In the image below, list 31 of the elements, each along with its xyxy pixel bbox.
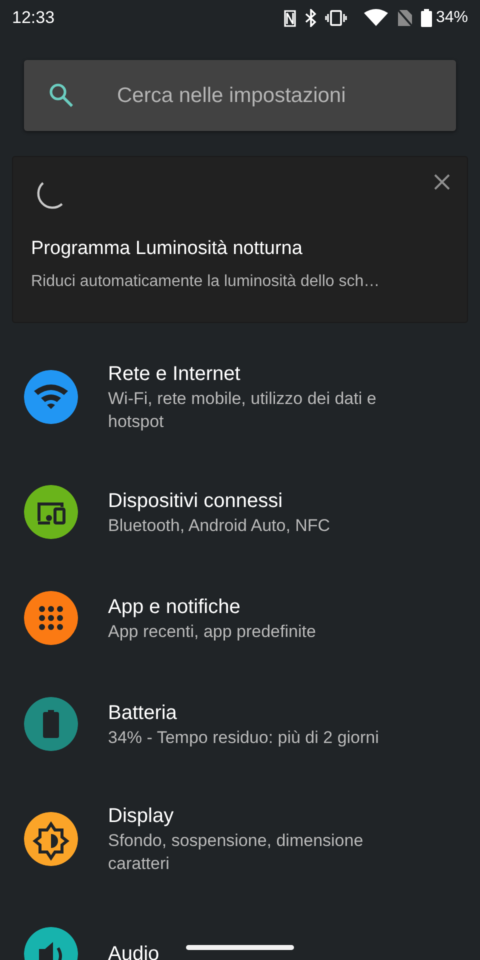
search-icon <box>48 82 74 108</box>
item-description: Wi-Fi, rete mobile, utilizzo dei dati e hotspot <box>108 388 378 433</box>
item-title: Batteria <box>108 700 178 726</box>
settings-item[interactable]: Audio <box>0 901 480 960</box>
item-description: Sfondo, sospensione, dimensione caratteri <box>108 830 364 875</box>
bluetooth-icon <box>304 9 317 27</box>
item-description: 34% - Tempo residuo: più di 2 giorni <box>108 726 379 748</box>
home-handle[interactable] <box>186 945 294 950</box>
settings-item[interactable]: Rete e Internet Wi-Fi, rete mobile, utilizzo dei dati e hotspot <box>0 335 480 459</box>
vibrate-icon <box>324 10 347 26</box>
item-title: Audio <box>108 942 160 960</box>
clock-time: 12:33 <box>12 7 55 30</box>
battery-icon <box>420 9 432 27</box>
suggestion-card[interactable]: Programma Luminosità notturna Riduci automaticamente la luminosità dello sch… <box>12 156 468 323</box>
item-title: App e notifiche <box>108 594 242 620</box>
settings-item[interactable]: Batteria 34% - Tempo residuo: più di 2 giorni <box>0 671 480 777</box>
nfc-icon <box>282 10 297 26</box>
settings-item[interactable]: Dispositivi connessi Bluetooth, Android Auto, NFC <box>0 459 480 565</box>
battery-percentage: 34% <box>436 8 468 28</box>
item-description: App recenti, app predefinite <box>108 620 316 642</box>
wifi-icon <box>362 9 389 27</box>
item-description: Bluetooth, Android Auto, NFC <box>108 514 330 536</box>
item-title: Display <box>108 804 175 829</box>
no-sim-icon <box>396 9 413 27</box>
item-title: Dispositivi connessi <box>108 488 284 514</box>
item-title: Rete e Internet <box>108 362 242 387</box>
settings-item[interactable]: Display Sfondo, sospensione, dimensione caratteri <box>0 777 480 901</box>
settings-item[interactable]: App e notifiche App recenti, app predefinite <box>0 565 480 671</box>
suggestion-description: Riduci automaticamente la luminosità dello sch… <box>31 272 381 292</box>
search-field[interactable]: Cerca nelle impostazioni <box>24 60 456 131</box>
suggestion-title: Programma Luminosità notturna <box>31 237 304 261</box>
